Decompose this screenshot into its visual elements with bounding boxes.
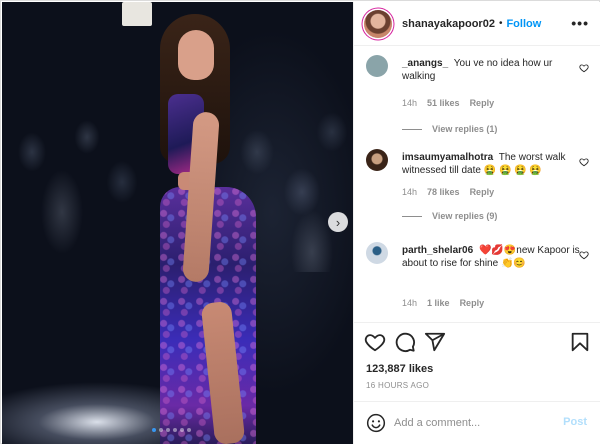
comment-avatar[interactable]: [366, 55, 388, 77]
comment-avatar[interactable]: [366, 242, 388, 264]
post-side-panel: shanayakapoor02 • Follow ••• _anangs_ Yo…: [353, 2, 600, 444]
comment-likes[interactable]: 78 likes: [427, 187, 460, 197]
header-separator: •: [498, 18, 503, 29]
carousel-dots: [152, 428, 191, 432]
more-options-icon[interactable]: •••: [571, 15, 589, 31]
carousel-dot[interactable]: [166, 428, 170, 432]
carousel-dot[interactable]: [152, 428, 156, 432]
like-count[interactable]: 123,887 likes: [366, 363, 433, 375]
comment-time: 14h: [402, 187, 418, 197]
carousel-dot[interactable]: [159, 428, 163, 432]
share-icon[interactable]: [424, 331, 446, 353]
post-comment-button[interactable]: Post: [563, 416, 587, 428]
author-avatar[interactable]: [364, 9, 392, 38]
post-dialog: › shanayakapoor02 • Follow ••• _anangs_ …: [0, 0, 600, 444]
comment-avatar[interactable]: [366, 149, 388, 171]
replies-line: [402, 128, 422, 130]
comment-item: imsaumyamalhotra The worst walk witnesse…: [354, 141, 600, 233]
comment-like-heart-icon[interactable]: [579, 63, 589, 73]
comment-body: imsaumyamalhotra The worst walk witnesse…: [402, 151, 582, 177]
comment-reply-button[interactable]: Reply: [460, 298, 485, 308]
post-photo[interactable]: ›: [2, 2, 353, 444]
comment-icon[interactable]: [394, 331, 416, 353]
bookmark-icon[interactable]: [569, 331, 591, 353]
view-replies-button[interactable]: View replies (1): [402, 124, 497, 134]
comment-reply-button[interactable]: Reply: [470, 187, 495, 197]
comment-like-heart-icon[interactable]: [579, 157, 589, 167]
comment-username[interactable]: parth_shelar06: [402, 245, 473, 256]
comment-list[interactable]: _anangs_ You ve no idea how ur walking 1…: [354, 47, 600, 322]
comment-time: 14h: [402, 98, 418, 108]
view-replies-button[interactable]: View replies (9): [402, 211, 497, 221]
comment-meta: 14h 51 likes Reply: [402, 98, 494, 108]
emoji-icon[interactable]: [366, 413, 386, 433]
author-username[interactable]: shanayakapoor02: [402, 18, 495, 30]
carousel-next-button[interactable]: ›: [328, 212, 348, 232]
replies-line: [402, 215, 422, 217]
follow-button[interactable]: Follow: [506, 18, 541, 30]
view-replies-label: View replies (1): [432, 124, 498, 134]
comment-likes[interactable]: 51 likes: [427, 98, 460, 108]
post-header: shanayakapoor02 • Follow •••: [354, 2, 600, 46]
view-replies-label: View replies (9): [432, 211, 498, 221]
stage-light: [122, 2, 152, 26]
heart-icon[interactable]: [364, 331, 386, 353]
post-timestamp[interactable]: 16 HOURS AGO: [366, 381, 429, 390]
carousel-dot[interactable]: [173, 428, 177, 432]
comment-reply-button[interactable]: Reply: [470, 98, 495, 108]
comment-username[interactable]: _anangs_: [402, 58, 448, 69]
comment-body: parth_shelar06 ❤️💋😍new Kapoor is about t…: [402, 244, 582, 270]
comment-item: parth_shelar06 ❤️💋😍new Kapoor is about t…: [354, 234, 600, 314]
comment-body: _anangs_ You ve no idea how ur walking: [402, 57, 582, 83]
comment-like-heart-icon[interactable]: [579, 250, 589, 260]
comment-meta: 14h 78 likes Reply: [402, 187, 494, 197]
comment-time: 14h: [402, 298, 418, 308]
add-comment-bar: Post: [354, 401, 600, 444]
comment-input[interactable]: [394, 412, 554, 434]
model-figure-face: [178, 30, 214, 80]
post-action-bar: [354, 322, 600, 362]
carousel-dot[interactable]: [180, 428, 184, 432]
comment-meta: 14h 1 like Reply: [402, 298, 484, 308]
comment-likes[interactable]: 1 like: [427, 298, 450, 308]
comment-username[interactable]: imsaumyamalhotra: [402, 152, 493, 163]
carousel-dot[interactable]: [187, 428, 191, 432]
comment-item: _anangs_ You ve no idea how ur walking 1…: [354, 47, 600, 137]
